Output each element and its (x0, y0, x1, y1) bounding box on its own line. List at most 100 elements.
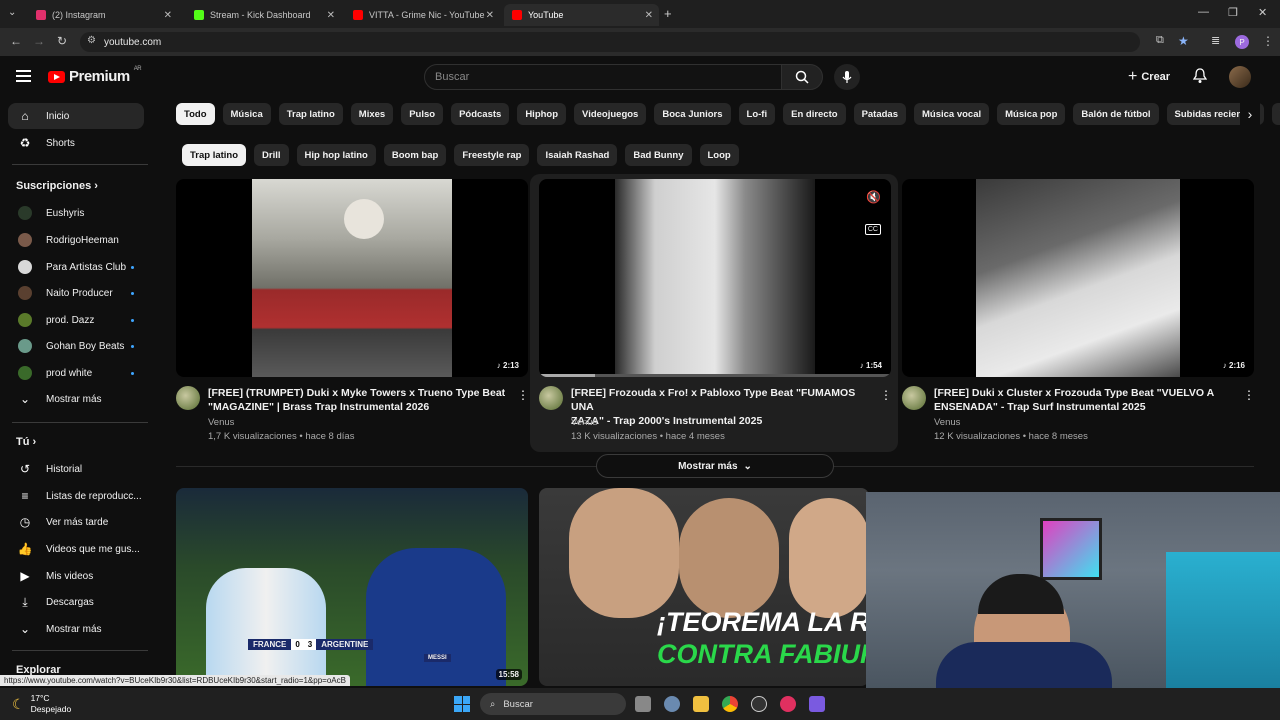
chip-musica-vocal[interactable]: Música vocal (914, 103, 990, 125)
sidebar-sub-gohan-boy-beats[interactable]: Gohan Boy Beats (8, 333, 144, 359)
sidebar-item-shorts[interactable]: ♻ Shorts (8, 130, 144, 156)
task-view-icon[interactable] (635, 696, 651, 712)
chip-isaiah-rashad[interactable]: Isaiah Rashad (537, 144, 618, 166)
taskbar-search[interactable]: ⌕ Buscar (480, 693, 626, 715)
sidebar-sub-naito-producer[interactable]: Naito Producer (8, 280, 144, 306)
account-avatar[interactable] (1229, 66, 1251, 88)
chrome-icon[interactable] (722, 696, 738, 712)
sidebar-sub-eushyris[interactable]: Eushyris (8, 200, 144, 226)
profile-avatar[interactable]: P (1235, 35, 1249, 49)
chip-en-directo[interactable]: En directo (783, 103, 846, 125)
chip-mixes[interactable]: Mixes (350, 103, 394, 125)
site-info-icon[interactable]: ⚙ (87, 35, 96, 46)
captions-icon[interactable]: CC (864, 224, 881, 235)
chip-trap-latino[interactable]: Trap latino (278, 103, 343, 125)
sidebar-sub-prod-dazz[interactable]: prod. Dazz (8, 307, 144, 333)
chip-musica[interactable]: Música (222, 103, 271, 125)
sidebar-item-historial[interactable]: ↺ Historial (8, 456, 144, 482)
video-title[interactable]: [FREE] Duki x Cluster x Frozouda Type Be… (934, 386, 1234, 414)
back-icon[interactable]: ← (10, 34, 22, 48)
sidebar-item-downloads[interactable]: ⤓ Descargas (8, 589, 144, 615)
forward-icon[interactable]: → (33, 34, 45, 48)
video-title[interactable]: [FREE] Frozouda x Fro! x Pabloxo Type Be… (571, 386, 871, 428)
video-thumbnail[interactable]: ♪ 2:13 (176, 179, 528, 377)
settings-icon[interactable] (664, 696, 680, 712)
more-options-icon[interactable]: ⋮ (1243, 388, 1255, 402)
close-tab-icon[interactable]: ✕ (164, 10, 172, 21)
minimize-button[interactable]: — (1198, 6, 1209, 18)
close-tab-icon[interactable]: ✕ (486, 10, 494, 21)
tab-kick[interactable]: Stream - Kick Dashboard ✕ (186, 4, 341, 26)
sidebar-item-inicio[interactable]: ⌂ Inicio (8, 103, 144, 129)
channel-name[interactable]: Venus (571, 417, 597, 428)
address-bar[interactable]: ⚙ youtube.com (80, 32, 1140, 52)
more-options-icon[interactable]: ⋮ (517, 388, 529, 402)
media-player-icon[interactable] (780, 696, 796, 712)
chip-freestyle-rap[interactable]: Freestyle rap (454, 144, 530, 166)
browser-menu-icon[interactable]: ⋮ (1262, 34, 1274, 48)
app-icon[interactable] (809, 696, 825, 712)
voice-search-button[interactable] (834, 64, 860, 90)
chip-podcasts[interactable]: Pódcasts (451, 103, 510, 125)
sidebar-item-my-videos[interactable]: ▶ Mis videos (8, 563, 144, 589)
chip-trap-latino-sub[interactable]: Trap latino (182, 144, 247, 166)
tab-instagram[interactable]: (2) Instagram ✕ (28, 4, 178, 26)
video-thumbnail[interactable]: ♪ 2:16 (902, 179, 1254, 377)
close-tab-icon[interactable]: ✕ (645, 10, 653, 21)
mute-icon[interactable]: 🔇 (866, 190, 881, 204)
create-button[interactable]: + Crear (1128, 68, 1170, 86)
search-input[interactable]: Buscar (424, 64, 782, 90)
sidebar-item-liked-videos[interactable]: 👍 Videos que me gus... (8, 536, 144, 562)
chip-musica-pop[interactable]: Música pop (997, 103, 1066, 125)
channel-avatar[interactable] (902, 386, 926, 410)
chip-videojuegos[interactable]: Videojuegos (574, 103, 647, 125)
start-button[interactable] (454, 696, 470, 712)
tab-youtube[interactable]: YouTube ✕ (504, 4, 659, 26)
weather-widget[interactable]: ☾ 17°C Despejado (12, 693, 71, 715)
bookmark-star-icon[interactable]: ★ (1178, 34, 1189, 48)
file-explorer-icon[interactable] (693, 696, 709, 712)
notifications-bell-icon[interactable] (1193, 68, 1207, 84)
sidebar-show-more-subs[interactable]: ⌄ Mostrar más (8, 386, 144, 412)
search-button[interactable] (781, 64, 823, 90)
chip-balon-de-futbol[interactable]: Balón de fútbol (1073, 103, 1159, 125)
sidebar-sub-prod-white[interactable]: prod white (8, 360, 144, 386)
sidebar-sub-rodrigoheeman[interactable]: RodrigoHeeman (8, 227, 144, 253)
obs-icon[interactable] (751, 696, 767, 712)
video-thumbnail[interactable]: FRANCE 0 3 ARGENTINE MESSI 15:58 (176, 488, 528, 686)
maximize-button[interactable]: ❐ (1228, 6, 1238, 19)
youtube-premium-logo[interactable]: Premium AR (48, 66, 142, 85)
close-window-button[interactable]: ✕ (1258, 6, 1267, 19)
chip-boca-juniors[interactable]: Boca Juniors (654, 103, 731, 125)
you-heading[interactable]: Tú › (16, 436, 36, 448)
sidebar-item-watch-later[interactable]: ◷ Ver más tarde (8, 509, 144, 535)
channel-name[interactable]: Venus (934, 417, 960, 428)
video-thumbnail[interactable]: 🔇 CC ♪ 1:54 (539, 179, 891, 377)
chip-loop[interactable]: Loop (699, 144, 739, 166)
new-tab-button[interactable]: + (664, 6, 672, 21)
tab-vitta[interactable]: VITTA - Grime Nic - YouTube ✕ (345, 4, 500, 26)
close-tab-icon[interactable]: ✕ (327, 10, 335, 21)
chips-scroll-right-icon[interactable]: › (1240, 103, 1260, 125)
channel-name[interactable]: Venus (208, 417, 234, 428)
chip-bad-bunny[interactable]: Bad Bunny (625, 144, 692, 166)
video-title[interactable]: [FREE] (TRUMPET) Duki x Myke Towers x Tr… (208, 386, 508, 414)
chip-lofi[interactable]: Lo-fi (738, 103, 776, 125)
sidebar-show-more-you[interactable]: ⌄ Mostrar más (8, 616, 144, 642)
sidebar-sub-para-artistas-club[interactable]: Para Artistas Club (8, 254, 144, 280)
chip-hip-hop-latino[interactable]: Hip hop latino (296, 144, 376, 166)
show-more-button[interactable]: Mostrar más ⌄ (596, 454, 834, 478)
channel-avatar[interactable] (176, 386, 200, 410)
chip-todo[interactable]: Todo (176, 103, 215, 125)
more-options-icon[interactable]: ⋮ (880, 388, 892, 402)
reload-icon[interactable]: ↻ (57, 34, 67, 48)
sidebar-item-playlists[interactable]: ≡ Listas de reproducc... (8, 483, 144, 509)
chip-pulso[interactable]: Pulso (401, 103, 444, 125)
video-thumbnail[interactable]: ¡TEOREMA LA ROMP CONTRA FABIUKI (539, 488, 869, 686)
tab-list-icon[interactable]: ⌄ (8, 7, 16, 18)
chip-hiphop[interactable]: Hiphop (517, 103, 567, 125)
subscriptions-heading[interactable]: Suscripciones › (16, 180, 98, 192)
media-control-icon[interactable]: ≣ (1211, 34, 1220, 47)
chip-boom-bap[interactable]: Boom bap (383, 144, 447, 166)
chip-drill[interactable]: Drill (254, 144, 289, 166)
